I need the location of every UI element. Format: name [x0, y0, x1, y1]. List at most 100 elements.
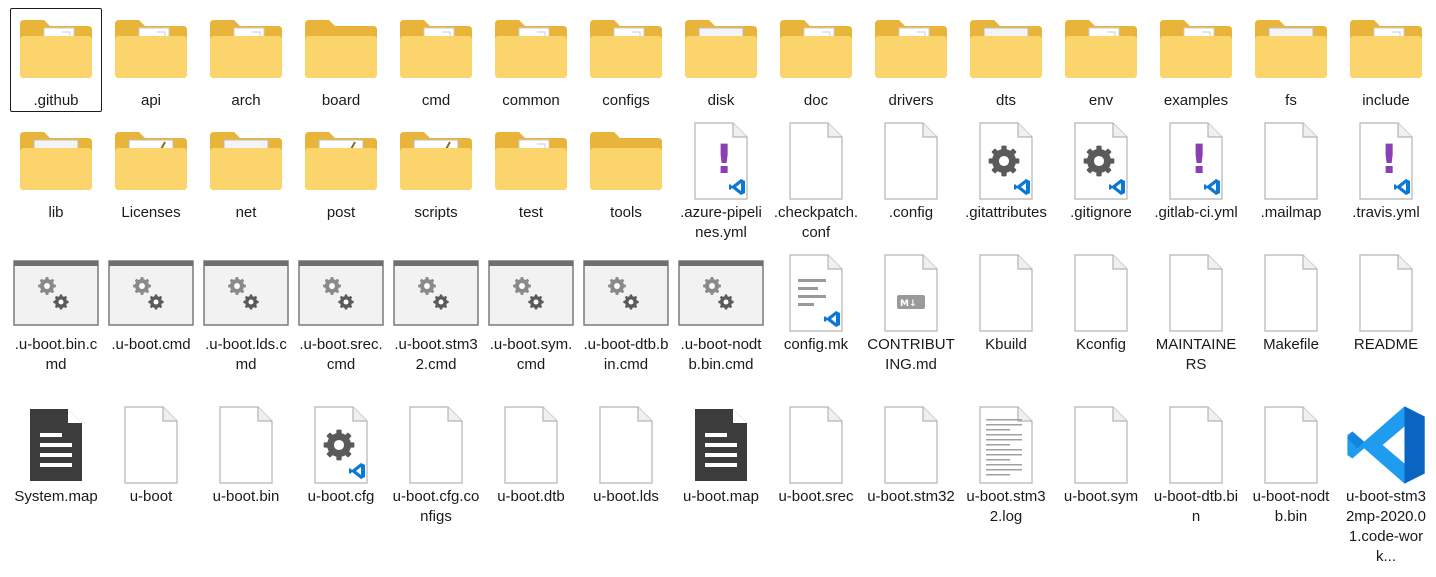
- file-name-label: .checkpatch.conf: [773, 204, 859, 241]
- file-item[interactable]: drivers: [865, 8, 957, 112]
- file-name-label: u-boot.sym: [1063, 488, 1139, 505]
- file-item[interactable]: arch: [200, 8, 292, 112]
- file-item[interactable]: doc: [770, 8, 862, 112]
- file-item[interactable]: ! .gitlab-ci.yml: [1150, 120, 1242, 224]
- file-item[interactable]: Kbuild: [960, 252, 1052, 356]
- blank-file-icon: [485, 405, 577, 485]
- gear-vscode-file-icon: [960, 121, 1052, 201]
- blank-file-icon: [1150, 405, 1242, 485]
- file-item[interactable]: u-boot.map: [675, 404, 767, 508]
- file-name-label: .gitignore: [1070, 204, 1132, 221]
- file-item[interactable]: post: [295, 120, 387, 224]
- file-item[interactable]: configs: [580, 8, 672, 112]
- file-item[interactable]: include: [1340, 8, 1432, 112]
- file-item[interactable]: tools: [580, 120, 672, 224]
- file-item[interactable]: net: [200, 120, 292, 224]
- file-item[interactable]: fs: [1245, 8, 1337, 112]
- yaml-vscode-file-icon: !: [1150, 121, 1242, 201]
- file-name-label: MAINTAINERS: [1155, 336, 1237, 373]
- file-item[interactable]: u-boot.lds: [580, 404, 672, 508]
- file-item[interactable]: Makefile: [1245, 252, 1337, 356]
- text-vscode-file-icon: [770, 253, 862, 333]
- file-name-label: Licenses: [121, 204, 181, 221]
- file-item[interactable]: u-boot-dtb.bin: [1150, 404, 1242, 528]
- blank-file-icon: [865, 405, 957, 485]
- cmd-window-icon: [295, 253, 387, 333]
- file-name-label: .u-boot-dtb.bin.cmd: [583, 336, 669, 373]
- markdown-file-icon: M↓: [865, 253, 957, 333]
- file-item[interactable]: .u-boot-dtb.bin.cmd: [580, 252, 672, 376]
- file-item[interactable]: u-boot.stm32.log: [960, 404, 1052, 528]
- file-item[interactable]: .config: [865, 120, 957, 224]
- file-item[interactable]: .mailmap: [1245, 120, 1337, 224]
- file-item[interactable]: .u-boot.bin.cmd: [10, 252, 102, 376]
- file-item[interactable]: .github: [10, 8, 102, 112]
- file-item[interactable]: config.mk: [770, 252, 862, 356]
- file-name-label: Kbuild: [985, 336, 1027, 353]
- blank-file-icon: [960, 253, 1052, 333]
- file-item[interactable]: cmd: [390, 8, 482, 112]
- file-item[interactable]: test: [485, 120, 577, 224]
- file-name-label: include: [1362, 92, 1410, 109]
- file-name-label: CONTRIBUTING.md: [867, 336, 955, 373]
- file-item[interactable]: .u-boot.srec.cmd: [295, 252, 387, 376]
- file-name-label: u-boot-nodtb.bin: [1252, 488, 1330, 525]
- file-item[interactable]: env: [1055, 8, 1147, 112]
- file-item[interactable]: u-boot.bin: [200, 404, 292, 508]
- folder-doc-icon: [200, 9, 292, 89]
- file-item[interactable]: u-boot-nodtb.bin: [1245, 404, 1337, 528]
- file-name-label: post: [326, 204, 356, 221]
- file-name-label: u-boot.cfg.configs: [392, 488, 480, 525]
- file-item[interactable]: common: [485, 8, 577, 112]
- file-item[interactable]: u-boot.cfg.configs: [390, 404, 482, 528]
- file-item[interactable]: .gitattributes: [960, 120, 1052, 224]
- file-name-label: u-boot.dtb: [497, 488, 565, 505]
- cmd-window-icon: [580, 253, 672, 333]
- file-name-label: .u-boot.sym.cmd: [489, 336, 573, 373]
- svg-text:!: !: [1380, 137, 1398, 183]
- file-item[interactable]: examples: [1150, 8, 1242, 112]
- file-item[interactable]: M↓ CONTRIBUTING.md: [865, 252, 957, 376]
- file-item[interactable]: lib: [10, 120, 102, 224]
- file-item[interactable]: u-boot.srec: [770, 404, 862, 508]
- file-item[interactable]: ! .travis.yml: [1340, 120, 1432, 224]
- folder-doc-icon: [485, 9, 577, 89]
- file-item[interactable]: .checkpatch.conf: [770, 120, 862, 244]
- blank-file-icon: [200, 405, 292, 485]
- file-item[interactable]: ! .azure-pipelines.yml: [675, 120, 767, 244]
- file-name-label: u-boot.stm32.log: [966, 488, 1046, 525]
- file-item[interactable]: MAINTAINERS: [1150, 252, 1242, 376]
- file-name-label: .u-boot-nodtb.bin.cmd: [680, 336, 762, 373]
- gear-vscode-file-icon: [295, 405, 387, 485]
- file-item[interactable]: u-boot.dtb: [485, 404, 577, 508]
- file-item[interactable]: Licenses: [105, 120, 197, 224]
- file-name-label: .u-boot.bin.cmd: [14, 336, 98, 373]
- file-name-label: .u-boot.lds.cmd: [205, 336, 287, 373]
- file-item[interactable]: .u-boot.cmd: [105, 252, 197, 356]
- file-name-label: configs: [602, 92, 650, 109]
- folder-icon: [295, 9, 387, 89]
- cmd-window-icon: [200, 253, 292, 333]
- file-name-label: u-boot-stm32mp-2020.01.code-work...: [1345, 488, 1427, 565]
- file-item[interactable]: u-boot.cfg: [295, 404, 387, 508]
- file-item[interactable]: u-boot-stm32mp-2020.01.code-work...: [1340, 404, 1432, 568]
- yaml-vscode-file-icon: !: [675, 121, 767, 201]
- file-item[interactable]: .u-boot-nodtb.bin.cmd: [675, 252, 767, 376]
- file-item[interactable]: .u-boot.lds.cmd: [200, 252, 292, 376]
- file-item[interactable]: disk: [675, 8, 767, 112]
- file-item[interactable]: .u-boot.stm32.cmd: [390, 252, 482, 376]
- file-item[interactable]: .gitignore: [1055, 120, 1147, 224]
- file-item[interactable]: README: [1340, 252, 1432, 356]
- file-item[interactable]: scripts: [390, 120, 482, 224]
- file-item[interactable]: dts: [960, 8, 1052, 112]
- file-item[interactable]: u-boot.sym: [1055, 404, 1147, 508]
- file-item[interactable]: System.map: [10, 404, 102, 508]
- file-item[interactable]: board: [295, 8, 387, 112]
- file-item[interactable]: u-boot: [105, 404, 197, 508]
- file-item[interactable]: u-boot.stm32: [865, 404, 957, 508]
- file-item[interactable]: .u-boot.sym.cmd: [485, 252, 577, 376]
- file-item[interactable]: Kconfig: [1055, 252, 1147, 356]
- file-name-label: README: [1353, 336, 1419, 353]
- file-item[interactable]: api: [105, 8, 197, 112]
- file-name-label: .u-boot.srec.cmd: [299, 336, 383, 373]
